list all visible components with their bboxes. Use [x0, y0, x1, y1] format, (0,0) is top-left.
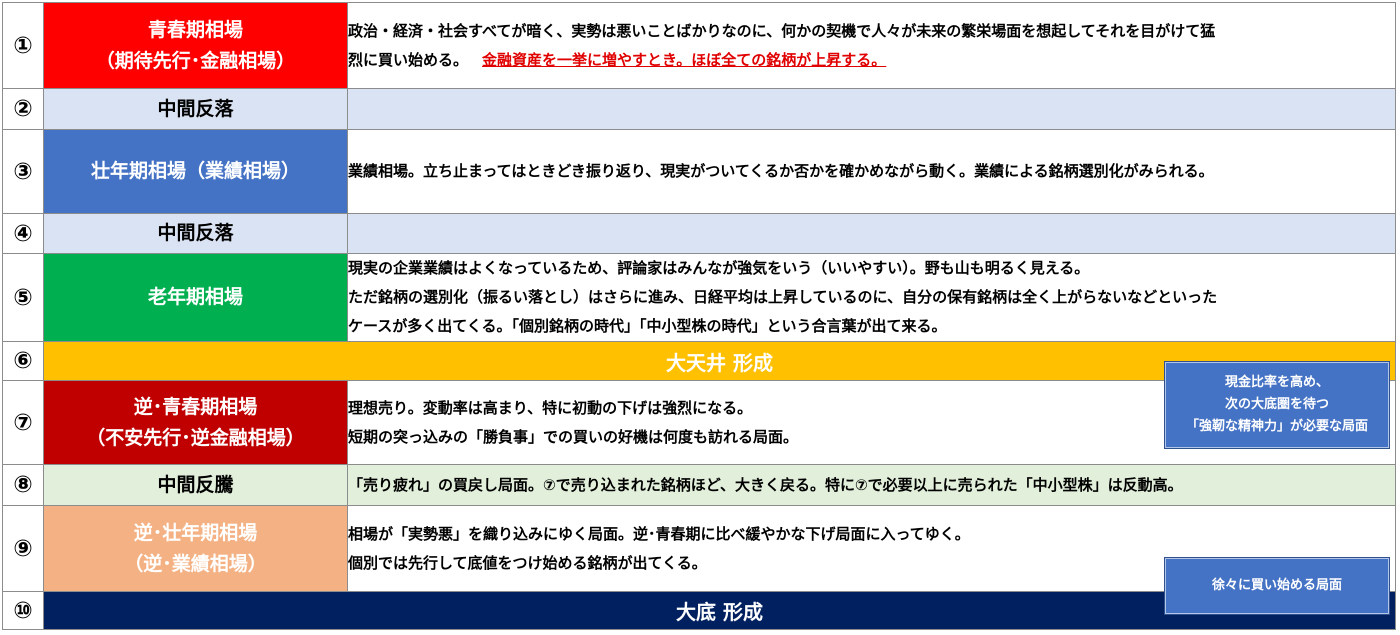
row-number: ⑦ — [2, 380, 44, 465]
row-number: ⑤ — [2, 253, 44, 342]
callout-start-buying: 徐々に買い始める局面 — [1164, 557, 1390, 615]
row-number: ① — [2, 2, 44, 89]
table-row: ⑤ 老年期相場 現実の企業業績はよくなっているため、評論家はみんなが強気をいう（… — [2, 253, 1396, 342]
callout-line: 現金比率を高め、 — [1224, 375, 1329, 390]
highlight-text: 金融資産を一挙に増やすとき。ほぼ全ての銘柄が上昇する。 — [482, 50, 887, 69]
stage-label: 青春期相場 （期待先行･金融相場） — [43, 2, 348, 89]
stage-label-line: 逆･青春期相場 — [133, 395, 258, 418]
row-number: ⑧ — [2, 464, 44, 506]
row-number: ④ — [2, 213, 44, 254]
description-line: ただ銘柄の選別化（振るい落とし）はさらに進み、日経平均は上昇しているのに、自分の… — [348, 288, 1218, 306]
table-row: ① 青春期相場 （期待先行･金融相場） 政治・経済・社会すべてが暗く、実勢は悪い… — [2, 2, 1396, 89]
row-number: ⑨ — [2, 505, 44, 592]
stage-description — [347, 213, 1396, 254]
callout-line: 徐々に買い始める局面 — [1211, 578, 1342, 593]
callout-cash-ratio: 現金比率を高め、 次の大底圏を待つ 「強靭な精神力」が必要な局面 — [1164, 361, 1390, 449]
table-row: ④ 中間反落 — [2, 213, 1396, 254]
callout-line: 「強靭な精神力」が必要な局面 — [1185, 419, 1368, 434]
stage-label: 老年期相場 — [43, 253, 348, 342]
row-number: ⑥ — [2, 341, 44, 381]
row-number: ③ — [2, 129, 44, 214]
description-line: 相場が「実勢悪」を織り込みにゆく局面。逆･青春期に比べ緩やかな下げ局面に入ってゆ… — [348, 524, 970, 543]
stage-label: 中間反騰 — [43, 464, 348, 506]
table-row: ② 中間反落 — [2, 88, 1396, 130]
stage-description: 現実の企業業績はよくなっているため、評論家はみんなが強気をいう（いいやすい）。野… — [347, 253, 1396, 342]
row-number: ② — [2, 88, 44, 130]
stage-description — [347, 88, 1396, 130]
stage-label: 逆･壮年期相場 （逆･業績相場） — [43, 505, 348, 592]
stage-description: 業績相場。立ち止まってはときどき振り返り、現実がついてくるか否かを確かめながら動… — [347, 129, 1396, 214]
stage-label-line: （逆･業績相場） — [124, 552, 267, 575]
table-row: ⑧ 中間反騰 「売り疲れ」の買戻し局面。⑦で売り込まれた銘柄ほど、大きく戻る。特… — [2, 464, 1396, 506]
market-cycle-table: ① 青春期相場 （期待先行･金融相場） 政治・経済・社会すべてが暗く、実勢は悪い… — [2, 2, 1396, 630]
stage-description: 「売り疲れ」の買戻し局面。⑦で売り込まれた銘柄ほど、大きく戻る。特に⑦で必要以上… — [347, 464, 1396, 506]
stage-label-line: （期待先行･金融相場） — [95, 49, 296, 72]
stage-label: 逆･青春期相場 （不安先行･逆金融相場） — [43, 380, 348, 465]
row-number: ⑩ — [2, 591, 44, 630]
stage-description: 政治・経済・社会すべてが暗く、実勢は悪いことばかりなのに、何かの契機で人々が未来… — [347, 2, 1396, 89]
stage-label: 中間反落 — [43, 88, 348, 130]
description-line: 烈に買い始める。 金融資産を一挙に増やすとき。ほぼ全ての銘柄が上昇する。 — [348, 46, 1395, 75]
stage-label: 壮年期相場（業績相場） — [43, 129, 348, 214]
description-text: 烈に買い始める。 — [348, 50, 469, 69]
stage-label-line: 逆･壮年期相場 — [133, 521, 258, 544]
table-row: ③ 壮年期相場（業績相場） 業績相場。立ち止まってはときどき振り返り、現実がつい… — [2, 129, 1396, 214]
description-line: ケースが多く出てくる。「個別銘柄の時代」「中小型株の時代」という合言葉が出て来る… — [348, 317, 947, 335]
stage-label: 中間反落 — [43, 213, 348, 254]
description-line: 政治・経済・社会すべてが暗く、実勢は悪いことばかりなのに、何かの契機で人々が未来… — [348, 21, 1216, 40]
description-line: 業績相場。立ち止まってはときどき振り返り、現実がついてくるか否かを確かめながら動… — [348, 162, 1214, 180]
stage-label-line: （不安先行･逆金融相場） — [86, 426, 305, 449]
description-line: 現実の企業業績はよくなっているため、評論家はみんなが強気をいう（いいやすい）。野… — [348, 259, 1090, 277]
stage-label-line: 青春期相場 — [147, 18, 243, 41]
callout-line: 次の大底圏を待つ — [1224, 397, 1329, 412]
description-line: 「売り疲れ」の買戻し局面。⑦で売り込まれた銘柄ほど、大きく戻る。特に⑦で必要以上… — [348, 475, 1183, 494]
